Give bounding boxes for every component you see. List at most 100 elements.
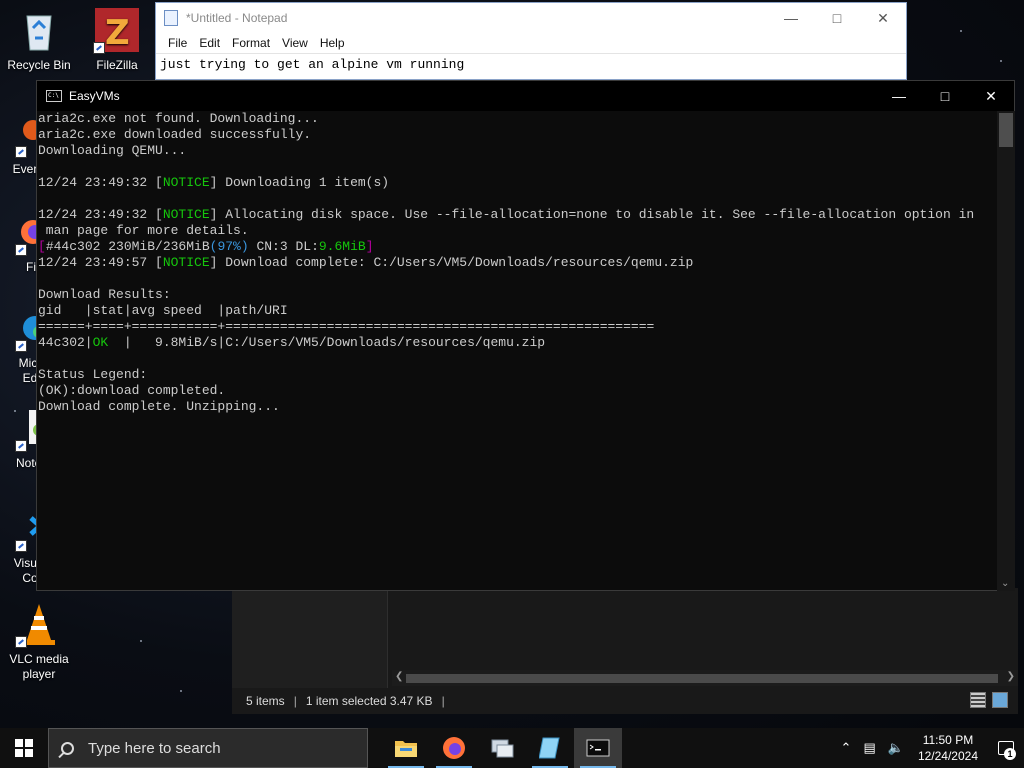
console-line: Downloading QEMU... (38, 143, 997, 159)
network-icon[interactable]: ▤ (863, 740, 875, 756)
minimize-button[interactable]: — (768, 3, 814, 33)
notification-center-button[interactable]: 1 (988, 728, 1024, 768)
console-line: Download Results: (38, 287, 997, 303)
scrollbar-thumb[interactable] (999, 113, 1013, 147)
scroll-down-icon[interactable]: ⌄ (1001, 578, 1009, 589)
console-text-segment: NOTICE (162, 207, 210, 222)
navigation-pane[interactable] (232, 588, 388, 688)
console-icon: C:\ (46, 90, 62, 102)
close-button[interactable]: ✕ (968, 81, 1014, 111)
console-text-segment: gid |stat|avg speed |path/URI (38, 303, 288, 318)
shortcut-arrow-icon (15, 244, 27, 256)
taskbar-app-file-explorer[interactable] (382, 728, 430, 768)
chevron-up-icon[interactable]: ⌃ (841, 740, 852, 756)
console-line: Download complete. Unzipping... (38, 399, 997, 415)
menu-view[interactable]: View (276, 36, 314, 50)
console-line: 44c302|OK | 9.8MiB/s|C:/Users/VM5/Downlo… (38, 335, 997, 351)
selection-info: 1 item selected 3.47 KB (305, 694, 433, 708)
shortcut-arrow-icon (15, 340, 27, 352)
console-text-segment: | 9.8MiB/s|C:/Users/VM5/Downloads/resour… (108, 335, 546, 350)
console-output[interactable]: aria2c.exe not found. Downloading... aria… (37, 111, 997, 591)
shortcut-arrow-icon (93, 42, 105, 54)
console-text-segment: Status Legend: (38, 367, 148, 382)
horizontal-scrollbar[interactable]: ❮ ❯ (392, 670, 1018, 686)
console-text-segment: Download complete. Unzipping... (38, 399, 280, 414)
menu-format[interactable]: Format (226, 36, 276, 50)
start-button[interactable] (0, 728, 48, 768)
console-text-segment: aria2c.exe downloaded successfully. (38, 127, 312, 142)
console-title: EasyVMs (69, 89, 120, 103)
clock-time: 11:50 PM (922, 733, 974, 747)
notepad-title: *Untitled - Notepad (186, 11, 288, 25)
console-text-segment: CN:3 DL: (248, 239, 319, 254)
shortcut-arrow-icon (15, 540, 27, 552)
desktop-icon-vlc[interactable]: VLC media player (0, 600, 78, 682)
scroll-right-icon[interactable]: ❯ (1007, 671, 1015, 682)
notepad-text-area[interactable]: just trying to get an alpine vm running (156, 53, 906, 77)
status-bar: 5 items | 1 item selected 3.47 KB | (232, 688, 1018, 714)
vertical-scrollbar[interactable]: ⌄ (997, 111, 1015, 591)
taskbar-app-virtualbox[interactable] (478, 728, 526, 768)
console-text-segment: aria2c.exe not found. Downloading... (38, 111, 319, 126)
maximize-button[interactable]: □ (922, 81, 968, 111)
desktop-icon-recycle-bin[interactable]: Recycle Bin (0, 6, 78, 73)
details-view-icon[interactable] (970, 692, 986, 708)
search-placeholder: Type here to search (88, 739, 221, 757)
menu-help[interactable]: Help (314, 36, 351, 50)
minimize-button[interactable]: — (876, 81, 922, 111)
maximize-button[interactable]: □ (814, 3, 860, 33)
console-text-segment: 9.6MiB (318, 239, 366, 254)
console-line: 12/24 23:49:32 [NOTICE] Downloading 1 it… (38, 175, 997, 191)
taskbar: Type here to search ⌃ ▤ 🔈 11:50 PM 12/24… (0, 728, 1024, 768)
file-explorer-icon (395, 741, 417, 757)
shortcut-arrow-icon (15, 440, 27, 452)
scrollbar-thumb[interactable] (406, 674, 998, 683)
console-text-segment: 44c302| (38, 335, 93, 350)
notepad-titlebar[interactable]: *Untitled - Notepad — □ ✕ (156, 3, 906, 33)
console-line: man page for more details. (38, 223, 997, 239)
desktop-icon-label: VLC media player (9, 652, 69, 681)
console-text-segment: ] (365, 239, 374, 254)
console-titlebar[interactable]: C:\ EasyVMs — □ ✕ (37, 81, 1014, 111)
console-text-segment: 12/24 23:49:57 [ (38, 255, 163, 270)
console-text-segment: 12/24 23:49:32 [ (38, 207, 163, 222)
scroll-left-icon[interactable]: ❮ (395, 671, 403, 682)
status-divider: | (441, 694, 445, 708)
console-text-segment: [ (38, 239, 46, 254)
vlc-icon (15, 600, 63, 648)
console-text-segment: OK (92, 335, 109, 350)
notepad-menubar: File Edit Format View Help (156, 33, 906, 53)
file-explorer-window[interactable]: ❮ ❯ 5 items | 1 item selected 3.47 KB | (232, 588, 1018, 714)
notepad-icon (164, 10, 178, 26)
clock[interactable]: 11:50 PM 12/24/2024 (918, 732, 978, 764)
system-tray: ⌃ ▤ 🔈 11:50 PM 12/24/2024 1 (835, 728, 1024, 768)
volume-icon[interactable]: 🔈 (888, 740, 904, 756)
menu-edit[interactable]: Edit (193, 36, 226, 50)
console-text-segment: NOTICE (162, 255, 210, 270)
taskbar-app-firefox[interactable] (430, 728, 478, 768)
shortcut-arrow-icon (15, 146, 27, 158)
console-window[interactable]: C:\ EasyVMs — □ ✕ aria2c.exe not found. … (36, 80, 1015, 591)
status-divider: | (293, 694, 297, 708)
console-line: aria2c.exe not found. Downloading... (38, 111, 997, 127)
notepad-window[interactable]: *Untitled - Notepad — □ ✕ File Edit Form… (155, 2, 907, 80)
desktop-icon-filezilla[interactable]: Z FileZilla (78, 6, 156, 73)
console-text-segment: NOTICE (162, 175, 210, 190)
console-line: ======+====+===========+================… (38, 319, 997, 335)
recycle-bin-icon (15, 6, 63, 54)
firefox-icon (443, 737, 465, 759)
console-text-segment: (97%) (209, 239, 249, 254)
search-icon (61, 741, 74, 755)
desktop-icon-label: FileZilla (96, 58, 138, 72)
menu-file[interactable]: File (162, 36, 193, 50)
console-line: 12/24 23:49:57 [NOTICE] Download complet… (38, 255, 997, 271)
taskbar-search[interactable]: Type here to search (48, 728, 368, 768)
taskbar-app-terminal[interactable] (574, 728, 622, 768)
close-button[interactable]: ✕ (860, 3, 906, 33)
item-count: 5 items (246, 694, 285, 708)
taskbar-app-notepad[interactable] (526, 728, 574, 768)
large-icons-view-icon[interactable] (992, 692, 1008, 708)
